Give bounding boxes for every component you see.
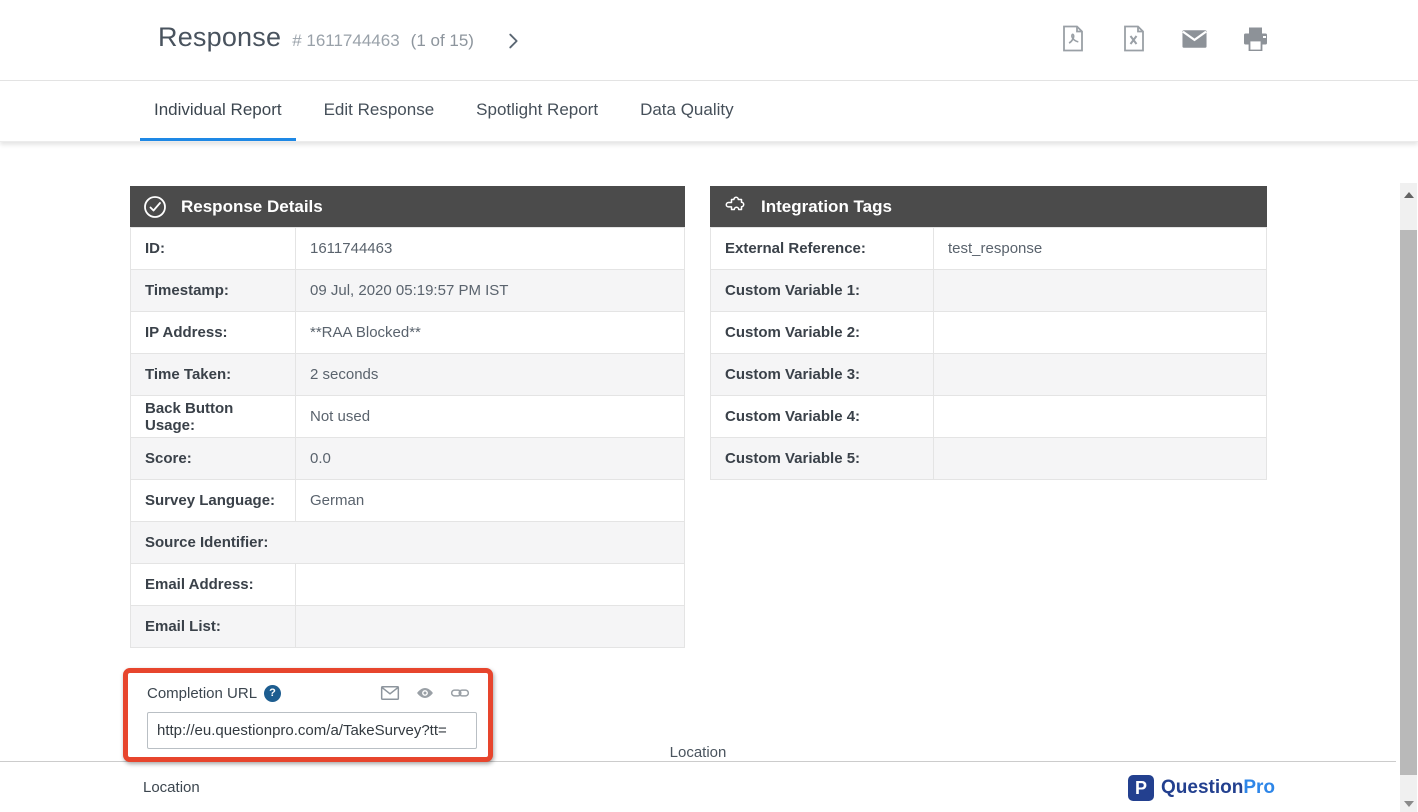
completion-url-actions <box>380 683 470 703</box>
brand-name-pro: Pro <box>1243 777 1275 798</box>
tab-data-quality[interactable]: Data Quality <box>626 81 748 141</box>
brand-name-question: Question <box>1161 777 1243 798</box>
table-row: IP Address:**RAA Blocked** <box>131 312 685 354</box>
row-value <box>934 270 1267 312</box>
response-title-group: Response # 1611744463 (1 of 15) <box>158 22 474 53</box>
table-row: Custom Variable 5: <box>711 438 1267 480</box>
next-response-chevron-icon[interactable] <box>502 30 524 52</box>
report-tab-bar: Individual Report Edit Response Spotligh… <box>0 81 1418 142</box>
response-position: (1 of 15) <box>411 31 474 51</box>
questionpro-logo-icon: P <box>1128 775 1154 801</box>
table-row: Time Taken:2 seconds <box>131 354 685 396</box>
row-label: Custom Variable 5: <box>711 438 934 480</box>
row-label: IP Address: <box>131 312 296 354</box>
row-label: Email Address: <box>131 564 296 606</box>
completion-url-label: Completion URL <box>147 685 257 702</box>
row-value: Not used <box>296 396 685 438</box>
integration-tags-header: Integration Tags <box>710 186 1267 227</box>
email-icon[interactable] <box>1182 25 1207 52</box>
row-label: Email List: <box>131 606 296 648</box>
row-value <box>296 564 685 606</box>
integration-tags-table: External Reference:test_responseCustom V… <box>710 227 1267 480</box>
row-value: 09 Jul, 2020 05:19:57 PM IST <box>296 270 685 312</box>
row-value: 0.0 <box>296 438 685 480</box>
row-value <box>934 312 1267 354</box>
row-label: Custom Variable 1: <box>711 270 934 312</box>
questionpro-logo-text: QuestionPro <box>1161 777 1275 799</box>
row-value <box>934 396 1267 438</box>
print-icon[interactable] <box>1243 25 1268 52</box>
vertical-scrollbar[interactable] <box>1400 183 1417 812</box>
scroll-up-arrow-icon[interactable] <box>1400 186 1417 203</box>
tab-spotlight-report[interactable]: Spotlight Report <box>462 81 612 141</box>
row-label: Survey Language: <box>131 480 296 522</box>
puzzle-icon <box>723 195 747 219</box>
completion-url-highlight-box: Completion URL ? <box>123 668 493 762</box>
copy-link-icon[interactable] <box>450 683 470 703</box>
preview-eye-icon[interactable] <box>415 683 435 703</box>
table-row: Score:0.0 <box>131 438 685 480</box>
table-row: Survey Language:German <box>131 480 685 522</box>
table-row: Timestamp:09 Jul, 2020 05:19:57 PM IST <box>131 270 685 312</box>
completion-url-input[interactable] <box>147 712 477 749</box>
table-row: Custom Variable 2: <box>711 312 1267 354</box>
table-row: Email List: <box>131 606 685 648</box>
row-label: Back Button Usage: <box>131 396 296 438</box>
tab-edit-response[interactable]: Edit Response <box>310 81 449 141</box>
panel-title: Integration Tags <box>761 197 892 217</box>
table-row: Back Button Usage:Not used <box>131 396 685 438</box>
section-row-label: Source Identifier: <box>131 522 685 564</box>
tab-individual-report[interactable]: Individual Report <box>140 81 296 141</box>
pdf-export-icon[interactable] <box>1060 25 1085 52</box>
row-value <box>296 606 685 648</box>
location-section-title-left: Location <box>143 779 200 796</box>
table-row: Source Identifier: <box>131 522 685 564</box>
row-label: External Reference: <box>711 228 934 270</box>
table-row: Custom Variable 4: <box>711 396 1267 438</box>
help-icon[interactable]: ? <box>264 685 281 702</box>
table-row: External Reference:test_response <box>711 228 1267 270</box>
row-label: Custom Variable 3: <box>711 354 934 396</box>
scroll-down-arrow-icon[interactable] <box>1400 795 1417 812</box>
check-circle-icon <box>143 195 167 219</box>
row-value <box>934 354 1267 396</box>
send-email-icon[interactable] <box>380 683 400 703</box>
table-row: ID:1611744463 <box>131 228 685 270</box>
response-details-panel: Response Details ID:1611744463Timestamp:… <box>130 186 685 648</box>
table-row: Email Address: <box>131 564 685 606</box>
row-label: Score: <box>131 438 296 480</box>
excel-export-icon[interactable] <box>1121 25 1146 52</box>
row-value: 1611744463 <box>296 228 685 270</box>
completion-url-header: Completion URL ? <box>147 683 470 703</box>
row-value: German <box>296 480 685 522</box>
table-row: Custom Variable 1: <box>711 270 1267 312</box>
app-header: Response # 1611744463 (1 of 15) <box>0 0 1418 81</box>
header-toolbar <box>1060 25 1268 52</box>
panel-title: Response Details <box>181 197 323 217</box>
response-details-table: ID:1611744463Timestamp:09 Jul, 2020 05:1… <box>130 227 685 648</box>
row-label: Timestamp: <box>131 270 296 312</box>
row-label: Custom Variable 2: <box>711 312 934 354</box>
row-value: test_response <box>934 228 1267 270</box>
scrollbar-thumb[interactable] <box>1400 230 1417 775</box>
row-value: **RAA Blocked** <box>296 312 685 354</box>
table-row: Custom Variable 3: <box>711 354 1267 396</box>
row-label: Custom Variable 4: <box>711 396 934 438</box>
integration-tags-panel: Integration Tags External Reference:test… <box>710 186 1267 480</box>
row-value <box>934 438 1267 480</box>
row-value: 2 seconds <box>296 354 685 396</box>
page-title: Response <box>158 22 281 53</box>
response-details-header: Response Details <box>130 186 685 227</box>
row-label: Time Taken: <box>131 354 296 396</box>
response-id: # 1611744463 <box>292 31 399 51</box>
row-label: ID: <box>131 228 296 270</box>
questionpro-logo: P QuestionPro <box>1128 775 1275 801</box>
